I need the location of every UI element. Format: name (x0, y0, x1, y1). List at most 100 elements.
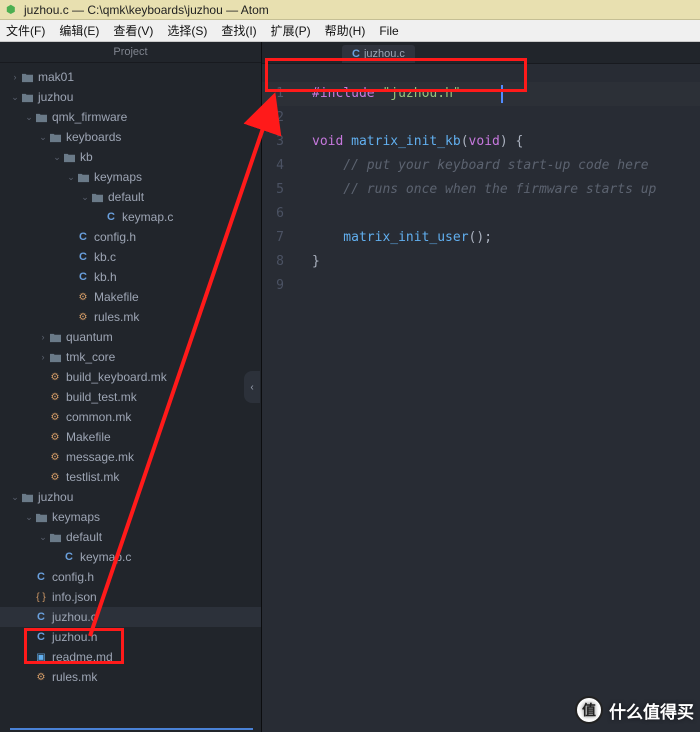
tree-item-label: message.mk (66, 450, 134, 464)
chevron-icon[interactable]: ⌄ (24, 112, 34, 123)
folder-icon (90, 190, 104, 204)
tree-item-label: quantum (66, 330, 113, 344)
tree-folder-default[interactable]: ⌄ default (0, 527, 261, 547)
code-area[interactable]: 1 2 3 4 5 6 7 8 9 #include "juzhou.h" vo… (262, 64, 700, 732)
tree-item-label: build_test.mk (66, 390, 137, 404)
chevron-icon[interactable]: ⌄ (80, 192, 90, 203)
chevron-icon[interactable]: › (38, 352, 48, 362)
tree-file-config-h[interactable]: Cconfig.h (0, 567, 261, 587)
tree-file-info-json[interactable]: { }info.json (0, 587, 261, 607)
tree-folder-tmk_core[interactable]: › tmk_core (0, 347, 261, 367)
tree-file-message-mk[interactable]: ⚙message.mk (0, 447, 261, 467)
tree-folder-keymaps[interactable]: ⌄keymaps (0, 507, 261, 527)
menu-help[interactable]: 帮助(H) (325, 22, 366, 39)
watermark-badge: 值 (575, 696, 603, 724)
tree-item-label: keymaps (94, 170, 142, 184)
c-file-icon: C (34, 610, 48, 624)
chevron-icon[interactable]: ⌄ (52, 152, 62, 163)
tree-file-keymap-c[interactable]: Ckeymap.c (0, 547, 261, 567)
tree-item-label: Makefile (66, 430, 111, 444)
markdown-icon: ▣ (34, 650, 48, 664)
tab-bar: C juzhou.c (262, 42, 700, 64)
tree-file-kb-c[interactable]: Ckb.c (0, 247, 261, 267)
tree-folder-default[interactable]: ⌄ default (0, 187, 261, 207)
tree-item-label: juzhou.c (52, 610, 97, 624)
tree-folder-juzhou[interactable]: ⌄ juzhou (0, 87, 261, 107)
tree-file-rules-mk[interactable]: ⚙rules.mk (0, 307, 261, 327)
tree-item-label: juzhou (38, 90, 73, 104)
chevron-icon[interactable]: ⌄ (10, 92, 20, 103)
chevron-icon[interactable]: ⌄ (38, 532, 48, 543)
tree-item-label: common.mk (66, 410, 131, 424)
code-content[interactable]: #include "juzhou.h" void matrix_init_kb(… (294, 64, 700, 732)
chevron-icon[interactable]: › (10, 72, 20, 82)
folder-icon (20, 70, 34, 84)
tree-folder-keymaps[interactable]: ⌄ keymaps (0, 167, 261, 187)
menu-file-cn[interactable]: 文件(F) (6, 22, 45, 39)
json-file-icon: { } (34, 590, 48, 604)
tree-item-label: keymap.c (122, 210, 173, 224)
tree-folder-quantum[interactable]: › quantum (0, 327, 261, 347)
tree-item-label: testlist.mk (66, 470, 119, 484)
gutter: 1 2 3 4 5 6 7 8 9 (262, 64, 294, 732)
tree-folder-qmk_firmware[interactable]: ⌄qmk_firmware (0, 107, 261, 127)
c-file-icon: C (352, 48, 360, 60)
chevron-icon[interactable]: › (38, 332, 48, 342)
active-line-highlight (262, 82, 700, 106)
chevron-icon[interactable]: ⌄ (38, 132, 48, 143)
chevron-icon[interactable]: ⌄ (10, 492, 20, 503)
tree-file-juzhou-h[interactable]: Cjuzhou.h (0, 627, 261, 647)
tree-file-keymap-c[interactable]: Ckeymap.c (0, 207, 261, 227)
c-file-icon: C (76, 250, 90, 264)
menu-file-en[interactable]: File (379, 24, 398, 38)
tree-folder-keyboards[interactable]: ⌄keyboards (0, 127, 261, 147)
tree-item-label: juzhou (38, 490, 73, 504)
folder-icon (48, 330, 62, 344)
tree-folder-juzhou[interactable]: ⌄ juzhou (0, 487, 261, 507)
tree-item-label: mak01 (38, 70, 74, 84)
c-file-icon: C (76, 230, 90, 244)
tree-item-label: default (66, 530, 102, 544)
tree-item-label: tmk_core (66, 350, 115, 364)
file-tree[interactable]: ›mak01⌄juzhou⌄qmk_firmware⌄keyboards⌄kb⌄… (0, 63, 261, 732)
tree-file-makefile[interactable]: ⚙Makefile (0, 287, 261, 307)
tree-file-kb-h[interactable]: Ckb.h (0, 267, 261, 287)
tree-file-config-h[interactable]: Cconfig.h (0, 227, 261, 247)
tree-file-makefile[interactable]: ⚙ Makefile (0, 427, 261, 447)
chevron-icon[interactable]: ⌄ (24, 512, 34, 523)
makefile-icon: ⚙ (48, 430, 62, 444)
chevron-icon[interactable]: ⌄ (66, 172, 76, 183)
menu-find[interactable]: 查找(I) (221, 22, 256, 39)
folder-icon (20, 90, 34, 104)
makefile-icon: ⚙ (48, 370, 62, 384)
sidebar-title: Project (0, 42, 261, 63)
tree-item-label: default (108, 190, 144, 204)
folder-icon (48, 530, 62, 544)
tree-folder-kb[interactable]: ⌄kb (0, 147, 261, 167)
tab-juzhou-c[interactable]: C juzhou.c (342, 45, 415, 63)
tree-file-rules-mk[interactable]: ⚙rules.mk (0, 667, 261, 687)
tree-file-readme-md[interactable]: ▣readme.md (0, 647, 261, 667)
tree-item-label: config.h (94, 230, 136, 244)
tree-file-common-mk[interactable]: ⚙ common.mk (0, 407, 261, 427)
tree-item-label: build_keyboard.mk (66, 370, 167, 384)
tree-file-juzhou-c[interactable]: Cjuzhou.c (0, 607, 261, 627)
menubar: 文件(F) 编辑(E) 查看(V) 选择(S) 查找(I) 扩展(P) 帮助(H… (0, 20, 700, 42)
menu-select[interactable]: 选择(S) (167, 22, 207, 39)
menu-edit[interactable]: 编辑(E) (59, 22, 99, 39)
folder-icon (48, 350, 62, 364)
tree-file-build_test-mk[interactable]: ⚙build_test.mk (0, 387, 261, 407)
project-sidebar: Project › mak01 ⌄ juzhou ⌄qmk_firmware⌄keybo… (0, 42, 262, 732)
sidebar-toggle[interactable]: ‹ (244, 371, 260, 403)
makefile-icon: ⚙ (48, 410, 62, 424)
tree-file-testlist-mk[interactable]: ⚙testlist.mk (0, 467, 261, 487)
menu-packages[interactable]: 扩展(P) (271, 22, 311, 39)
text-cursor (501, 85, 503, 103)
tree-folder-mak01[interactable]: › mak01 (0, 67, 261, 87)
tree-item-label: config.h (52, 570, 94, 584)
tree-file-build_keyboard-mk[interactable]: ⚙ build_keyboard.mk (0, 367, 261, 387)
makefile-icon: ⚙ (76, 310, 90, 324)
tree-item-label: rules.mk (52, 670, 97, 684)
menu-view[interactable]: 查看(V) (113, 22, 153, 39)
folder-icon (76, 170, 90, 184)
